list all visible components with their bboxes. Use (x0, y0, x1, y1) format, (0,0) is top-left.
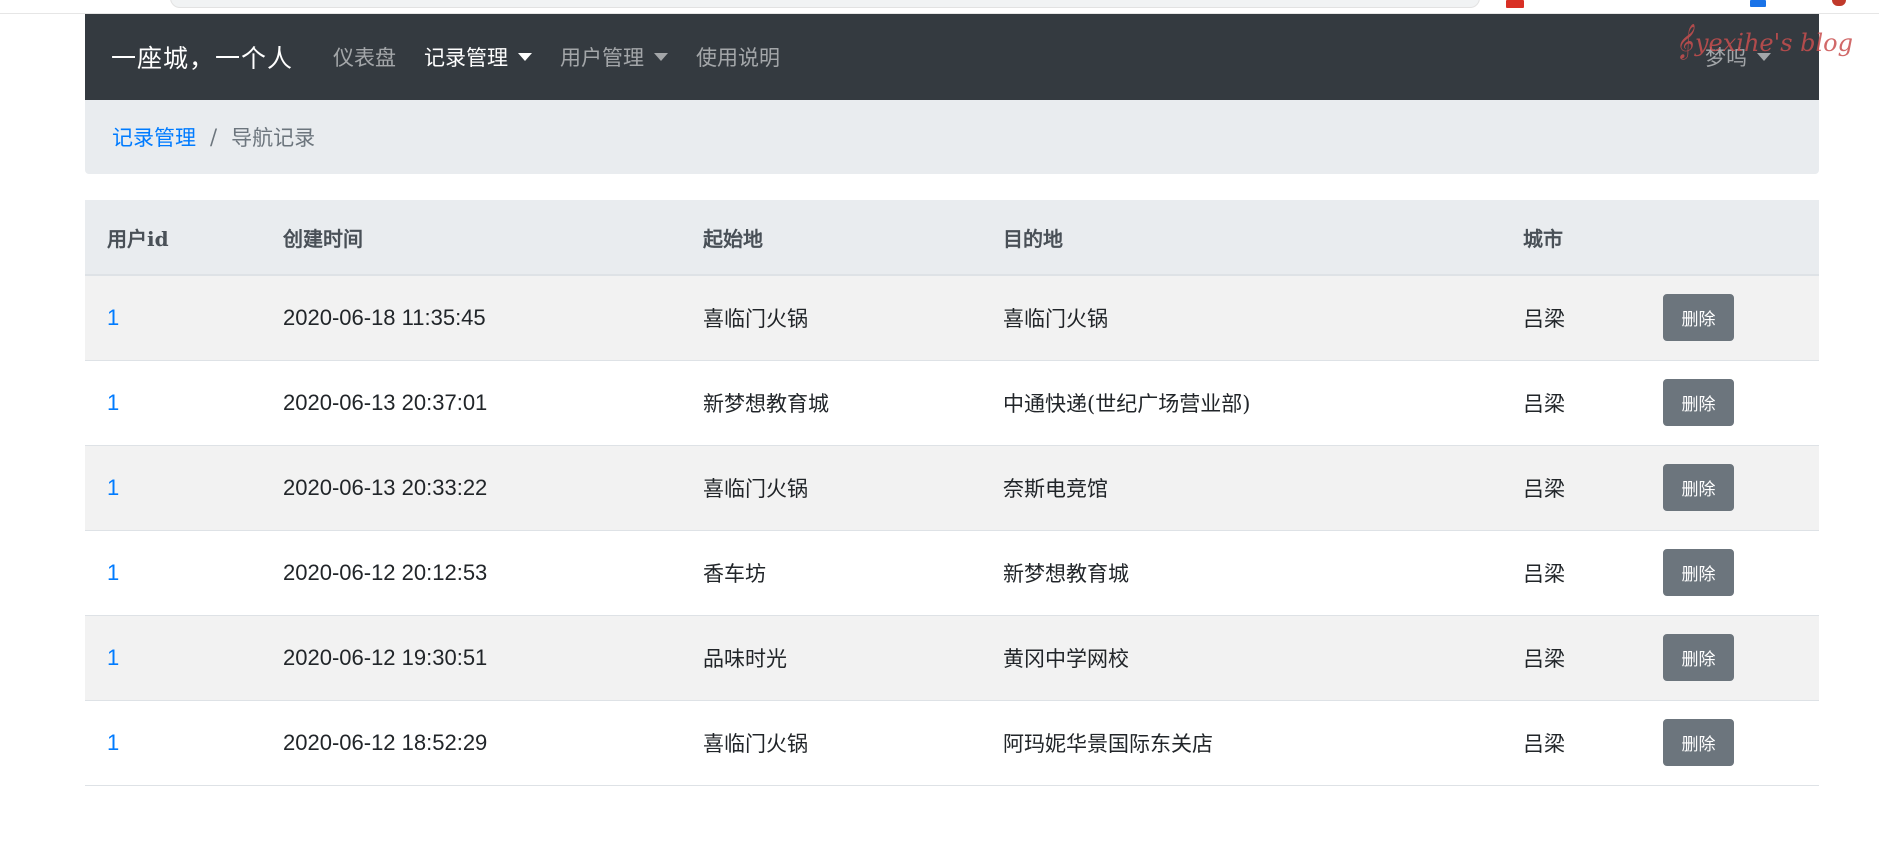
cell-created: 2020-06-12 19:30:51 (283, 644, 488, 670)
cell-user-id[interactable]: 1 (85, 615, 261, 700)
column-header-user-id: 用户id (85, 200, 261, 276)
top-navbar: 一座城，一个人 仪表盘 记录管理 用户管理 使用说明 梦呜 𝄞yexihe's … (85, 14, 1853, 100)
delete-button[interactable]: 删除 (1663, 464, 1734, 511)
table-body: 1 2020-06-18 11:35:45 喜临门火锅 喜临门火锅 吕梁 删除 … (85, 275, 1819, 785)
cell-user-id[interactable]: 1 (85, 700, 261, 785)
cell-city: 吕梁 (1523, 476, 1565, 501)
column-header-city: 城市 (1501, 200, 1641, 276)
nav-item-users[interactable]: 用户管理 (560, 42, 669, 72)
delete-button[interactable]: 删除 (1663, 379, 1734, 426)
cell-origin: 品味时光 (703, 646, 787, 671)
nav-item-records[interactable]: 记录管理 (424, 42, 533, 72)
cell-city: 吕梁 (1523, 391, 1565, 416)
breadcrumb-separator: / (210, 125, 218, 149)
cell-user-id[interactable]: 1 (85, 530, 261, 615)
breadcrumb-link-records[interactable]: 记录管理 (112, 122, 196, 152)
cell-user-id[interactable]: 1 (85, 445, 261, 530)
cell-actions: 删除 (1641, 615, 1819, 700)
extension-icon-badge[interactable] (1506, 0, 1524, 8)
navigation-records-table: 用户id 创建时间 起始地 目的地 城市 1 2020-06-18 11:35:… (85, 200, 1819, 786)
column-header-origin: 起始地 (681, 200, 981, 276)
browser-address-bar[interactable] (170, 0, 1480, 8)
breadcrumb: 记录管理 / 导航记录 (85, 100, 1819, 174)
watermark-text: yexihe's blog (1694, 29, 1853, 57)
table-header: 用户id 创建时间 起始地 目的地 城市 (85, 200, 1819, 276)
delete-button[interactable]: 删除 (1663, 634, 1734, 681)
caret-down-icon (518, 53, 533, 61)
blog-watermark: 𝄞yexihe's blog (1675, 24, 1853, 59)
cell-actions: 删除 (1641, 530, 1819, 615)
cell-actions: 删除 (1641, 275, 1819, 360)
navbar-brand[interactable]: 一座城，一个人 (111, 39, 293, 75)
cell-actions: 删除 (1641, 360, 1819, 445)
cell-actions: 删除 (1641, 445, 1819, 530)
cell-destination: 阿玛妮华景国际东关店 (1003, 731, 1213, 756)
cell-destination: 中通快递(世纪广场营业部) (1003, 391, 1251, 416)
delete-button[interactable]: 删除 (1663, 294, 1734, 342)
cell-destination: 黄冈中学网校 (1003, 646, 1129, 671)
cell-origin: 喜临门火锅 (703, 476, 808, 501)
cell-origin: 香车坊 (703, 561, 766, 586)
page-container: 一座城，一个人 仪表盘 记录管理 用户管理 使用说明 梦呜 𝄞yexihe's … (85, 14, 1853, 786)
nav-item-label: 记录管理 (424, 46, 509, 70)
cell-origin: 喜临门火锅 (703, 731, 808, 756)
cell-created: 2020-06-18 11:35:45 (283, 304, 486, 330)
nav-item-dashboard[interactable]: 仪表盘 (333, 42, 396, 72)
cell-destination: 喜临门火锅 (1003, 306, 1108, 331)
cell-origin: 新梦想教育城 (703, 391, 829, 416)
cell-created: 2020-06-13 20:33:22 (283, 474, 488, 500)
cell-created: 2020-06-12 18:52:29 (283, 729, 488, 755)
table-row: 1 2020-06-13 20:33:22 喜临门火锅 奈斯电竞馆 吕梁 删除 (85, 445, 1819, 530)
table-row: 1 2020-06-12 18:52:29 喜临门火锅 阿玛妮华景国际东关店 吕… (85, 700, 1819, 785)
column-header-actions (1641, 200, 1819, 276)
nav-item-label: 使用说明 (696, 46, 781, 70)
cell-city: 吕梁 (1523, 731, 1565, 756)
cell-destination: 奈斯电竞馆 (1003, 476, 1108, 501)
nav-item-help[interactable]: 使用说明 (696, 42, 780, 72)
cell-destination: 新梦想教育城 (1003, 561, 1129, 586)
delete-button[interactable]: 删除 (1663, 719, 1734, 766)
extension-icon[interactable] (1750, 0, 1766, 7)
profile-avatar-icon[interactable] (1832, 0, 1846, 6)
cell-created: 2020-06-12 20:12:53 (283, 559, 488, 585)
column-header-created: 创建时间 (261, 200, 681, 276)
records-table-wrap: 用户id 创建时间 起始地 目的地 城市 1 2020-06-18 11:35:… (85, 200, 1819, 786)
nav-item-label: 仪表盘 (333, 46, 397, 70)
column-header-destination: 目的地 (981, 200, 1501, 276)
cell-origin: 喜临门火锅 (703, 306, 808, 331)
cell-city: 吕梁 (1523, 561, 1565, 586)
breadcrumb-current: 导航记录 (231, 126, 316, 150)
treble-clef-icon: 𝄞 (1675, 24, 1693, 59)
browser-chrome-strip (0, 0, 1879, 14)
cell-user-id[interactable]: 1 (85, 275, 261, 360)
table-row: 1 2020-06-18 11:35:45 喜临门火锅 喜临门火锅 吕梁 删除 (85, 275, 1819, 360)
caret-down-icon (654, 53, 669, 61)
cell-user-id[interactable]: 1 (85, 360, 261, 445)
cell-actions: 删除 (1641, 700, 1819, 785)
delete-button[interactable]: 删除 (1663, 549, 1734, 596)
cell-city: 吕梁 (1523, 306, 1565, 331)
table-row: 1 2020-06-13 20:37:01 新梦想教育城 中通快递(世纪广场营业… (85, 360, 1819, 445)
table-header-row: 用户id 创建时间 起始地 目的地 城市 (85, 200, 1819, 276)
table-row: 1 2020-06-12 20:12:53 香车坊 新梦想教育城 吕梁 删除 (85, 530, 1819, 615)
cell-created: 2020-06-13 20:37:01 (283, 389, 488, 415)
nav-item-label: 用户管理 (560, 46, 645, 70)
table-row: 1 2020-06-12 19:30:51 品味时光 黄冈中学网校 吕梁 删除 (85, 615, 1819, 700)
cell-city: 吕梁 (1523, 646, 1565, 671)
